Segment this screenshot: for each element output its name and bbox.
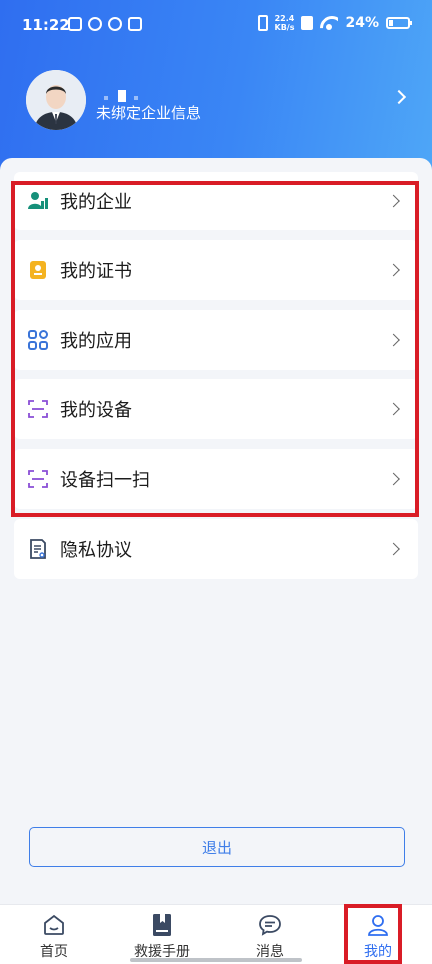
username-redacted xyxy=(118,90,126,102)
status-system-icons: 22.4 KB/s 24% xyxy=(257,14,412,32)
menu-item-label: 我的企业 xyxy=(60,192,132,213)
menu-item-device-scan[interactable]: 设备扫一扫 xyxy=(14,449,418,509)
menu-item-label: 设备扫一扫 xyxy=(60,470,150,491)
network-speed-value: 22.4 xyxy=(274,14,295,23)
status-time: 11:22 xyxy=(22,16,70,34)
menu-item-my-certificate[interactable]: 我的证书 xyxy=(14,240,418,300)
status-bar: 11:22 22.4 KB/s 24% xyxy=(0,0,432,52)
tab-mine[interactable]: 我的 xyxy=(324,905,432,964)
chevron-right-icon xyxy=(387,542,400,556)
chevron-right-icon xyxy=(387,333,400,347)
tab-home[interactable]: 首页 xyxy=(0,905,108,964)
notification-app-icon xyxy=(68,17,82,31)
bottom-tab-bar: 首页 救援手册 消息 我的 xyxy=(0,904,432,964)
company-status-text[interactable]: 未绑定企业信息 xyxy=(96,102,201,123)
battery-fill xyxy=(389,20,393,26)
menu-item-privacy-policy[interactable]: 隐私协议 xyxy=(14,519,418,579)
apps-grid-icon xyxy=(28,330,48,350)
chevron-right-icon xyxy=(387,402,400,416)
company-user-icon xyxy=(28,192,48,209)
menu-item-label: 隐私协议 xyxy=(60,540,132,561)
notification-paw-icon xyxy=(128,17,142,31)
nfc-icon xyxy=(301,16,314,30)
book-icon xyxy=(153,914,171,936)
tab-label: 首页 xyxy=(40,944,68,960)
scan-frame-icon xyxy=(28,470,48,488)
menu-item-my-apps[interactable]: 我的应用 xyxy=(14,310,418,370)
scan-frame-icon xyxy=(28,400,48,418)
avatar-person-icon xyxy=(26,70,86,130)
chevron-right-icon xyxy=(387,472,400,486)
username-redacted xyxy=(104,96,108,100)
tab-rescue-manual[interactable]: 救援手册 xyxy=(108,905,216,964)
menu-item-label: 我的证书 xyxy=(60,261,132,282)
menu-item-label: 我的设备 xyxy=(60,400,132,421)
network-speed: 22.4 KB/s xyxy=(275,14,295,32)
document-icon xyxy=(30,539,46,559)
battery-percent: 24% xyxy=(345,15,379,31)
battery-icon xyxy=(386,17,412,29)
message-icon xyxy=(259,915,281,936)
notification-flower-icon xyxy=(88,17,102,31)
menu-item-my-company[interactable]: 我的企业 xyxy=(14,172,418,230)
profile-icon xyxy=(368,915,388,936)
certificate-icon xyxy=(30,261,46,279)
menu-item-my-devices[interactable]: 我的设备 xyxy=(14,379,418,439)
chevron-right-icon xyxy=(387,194,400,208)
wifi-icon xyxy=(320,16,338,30)
tab-label: 我的 xyxy=(364,944,392,960)
avatar[interactable] xyxy=(26,70,86,130)
status-notification-icons xyxy=(68,17,142,31)
vibrate-icon xyxy=(257,15,268,31)
menu-item-label: 我的应用 xyxy=(60,331,132,352)
tab-messages[interactable]: 消息 xyxy=(216,905,324,964)
notification-leaf-icon xyxy=(108,17,122,31)
logout-button[interactable]: 退出 xyxy=(29,827,405,867)
home-indicator[interactable] xyxy=(130,958,302,962)
username-redacted xyxy=(134,96,138,100)
home-icon xyxy=(44,914,64,935)
chevron-right-icon xyxy=(387,263,400,277)
network-speed-unit: KB/s xyxy=(274,23,295,32)
